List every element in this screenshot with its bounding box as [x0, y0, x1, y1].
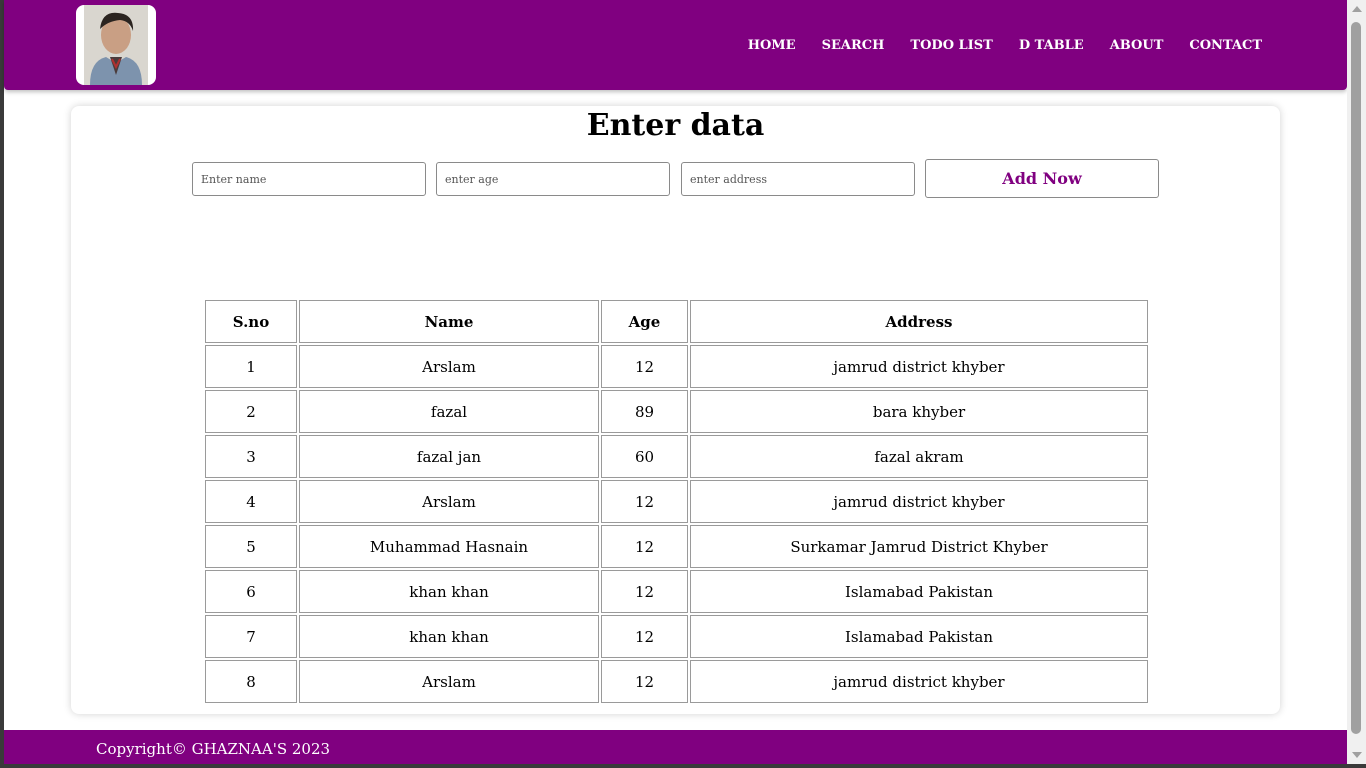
cell-address: Islamabad Pakistan	[690, 570, 1148, 613]
age-input[interactable]	[436, 162, 670, 196]
nav-d-table[interactable]: D TABLE	[1019, 38, 1084, 53]
name-input[interactable]	[192, 162, 426, 196]
cell-age: 60	[601, 435, 688, 478]
profile-photo-icon	[84, 5, 148, 85]
scroll-up-icon[interactable]	[1352, 6, 1362, 12]
nav-home[interactable]: HOME	[748, 38, 796, 53]
data-entry-card: Enter data Add Now S.no Name Age Address…	[71, 106, 1280, 714]
table-row: 2 fazal 89 bara khyber	[205, 390, 1148, 433]
main-nav: HOME SEARCH TODO LIST D TABLE ABOUT CONT…	[722, 38, 1262, 53]
cell-address: Islamabad Pakistan	[690, 615, 1148, 658]
cell-sno: 4	[205, 480, 297, 523]
cell-sno: 2	[205, 390, 297, 433]
nav-about[interactable]: ABOUT	[1110, 38, 1164, 53]
cell-name: khan khan	[299, 570, 599, 613]
cell-age: 12	[601, 525, 688, 568]
cell-name: Arslam	[299, 660, 599, 703]
page-title: Enter data	[586, 108, 765, 143]
navbar: HOME SEARCH TODO LIST D TABLE ABOUT CONT…	[4, 0, 1347, 90]
add-now-button[interactable]: Add Now	[925, 159, 1159, 198]
header-name: Name	[299, 300, 599, 343]
vertical-scrollbar[interactable]	[1347, 0, 1366, 764]
table-row: 4 Arslam 12 jamrud district khyber	[205, 480, 1148, 523]
cell-age: 12	[601, 345, 688, 388]
cell-sno: 1	[205, 345, 297, 388]
cell-address: bara khyber	[690, 390, 1148, 433]
cell-name: Muhammad Hasnain	[299, 525, 599, 568]
header-sno: S.no	[205, 300, 297, 343]
cell-age: 12	[601, 480, 688, 523]
cell-address: fazal akram	[690, 435, 1148, 478]
nav-search[interactable]: SEARCH	[822, 38, 885, 53]
cell-address: jamrud district khyber	[690, 660, 1148, 703]
table-row: 7 khan khan 12 Islamabad Pakistan	[205, 615, 1148, 658]
copyright-text: Copyright© GHAZNAA'S 2023	[96, 740, 331, 758]
scroll-down-icon[interactable]	[1352, 752, 1362, 758]
cell-name: Arslam	[299, 345, 599, 388]
cell-name: Arslam	[299, 480, 599, 523]
cell-name: khan khan	[299, 615, 599, 658]
table-row: 3 fazal jan 60 fazal akram	[205, 435, 1148, 478]
cell-address: Surkamar Jamrud District Khyber	[690, 525, 1148, 568]
cell-age: 12	[601, 660, 688, 703]
cell-name: fazal	[299, 390, 599, 433]
cell-sno: 6	[205, 570, 297, 613]
window-frame-bottom	[0, 764, 1366, 768]
cell-sno: 8	[205, 660, 297, 703]
cell-sno: 5	[205, 525, 297, 568]
cell-name: fazal jan	[299, 435, 599, 478]
nav-todo-list[interactable]: TODO LIST	[910, 38, 992, 53]
nav-contact[interactable]: CONTACT	[1189, 38, 1262, 53]
cell-age: 12	[601, 615, 688, 658]
cell-age: 89	[601, 390, 688, 433]
cell-sno: 3	[205, 435, 297, 478]
table-header-row: S.no Name Age Address	[205, 300, 1148, 343]
cell-age: 12	[601, 570, 688, 613]
table-row: 6 khan khan 12 Islamabad Pakistan	[205, 570, 1148, 613]
table-row: 8 Arslam 12 jamrud district khyber	[205, 660, 1148, 703]
data-table: S.no Name Age Address 1 Arslam 12 jamrud…	[203, 298, 1150, 705]
table-row: 5 Muhammad Hasnain 12 Surkamar Jamrud Di…	[205, 525, 1148, 568]
cell-address: jamrud district khyber	[690, 480, 1148, 523]
footer: Copyright© GHAZNAA'S 2023	[4, 730, 1347, 764]
cell-address: jamrud district khyber	[690, 345, 1148, 388]
scroll-thumb[interactable]	[1351, 22, 1361, 734]
table-row: 1 Arslam 12 jamrud district khyber	[205, 345, 1148, 388]
header-address: Address	[690, 300, 1148, 343]
cell-sno: 7	[205, 615, 297, 658]
avatar[interactable]	[76, 5, 156, 85]
window-frame-left	[0, 0, 4, 768]
header-age: Age	[601, 300, 688, 343]
address-input[interactable]	[681, 162, 915, 196]
